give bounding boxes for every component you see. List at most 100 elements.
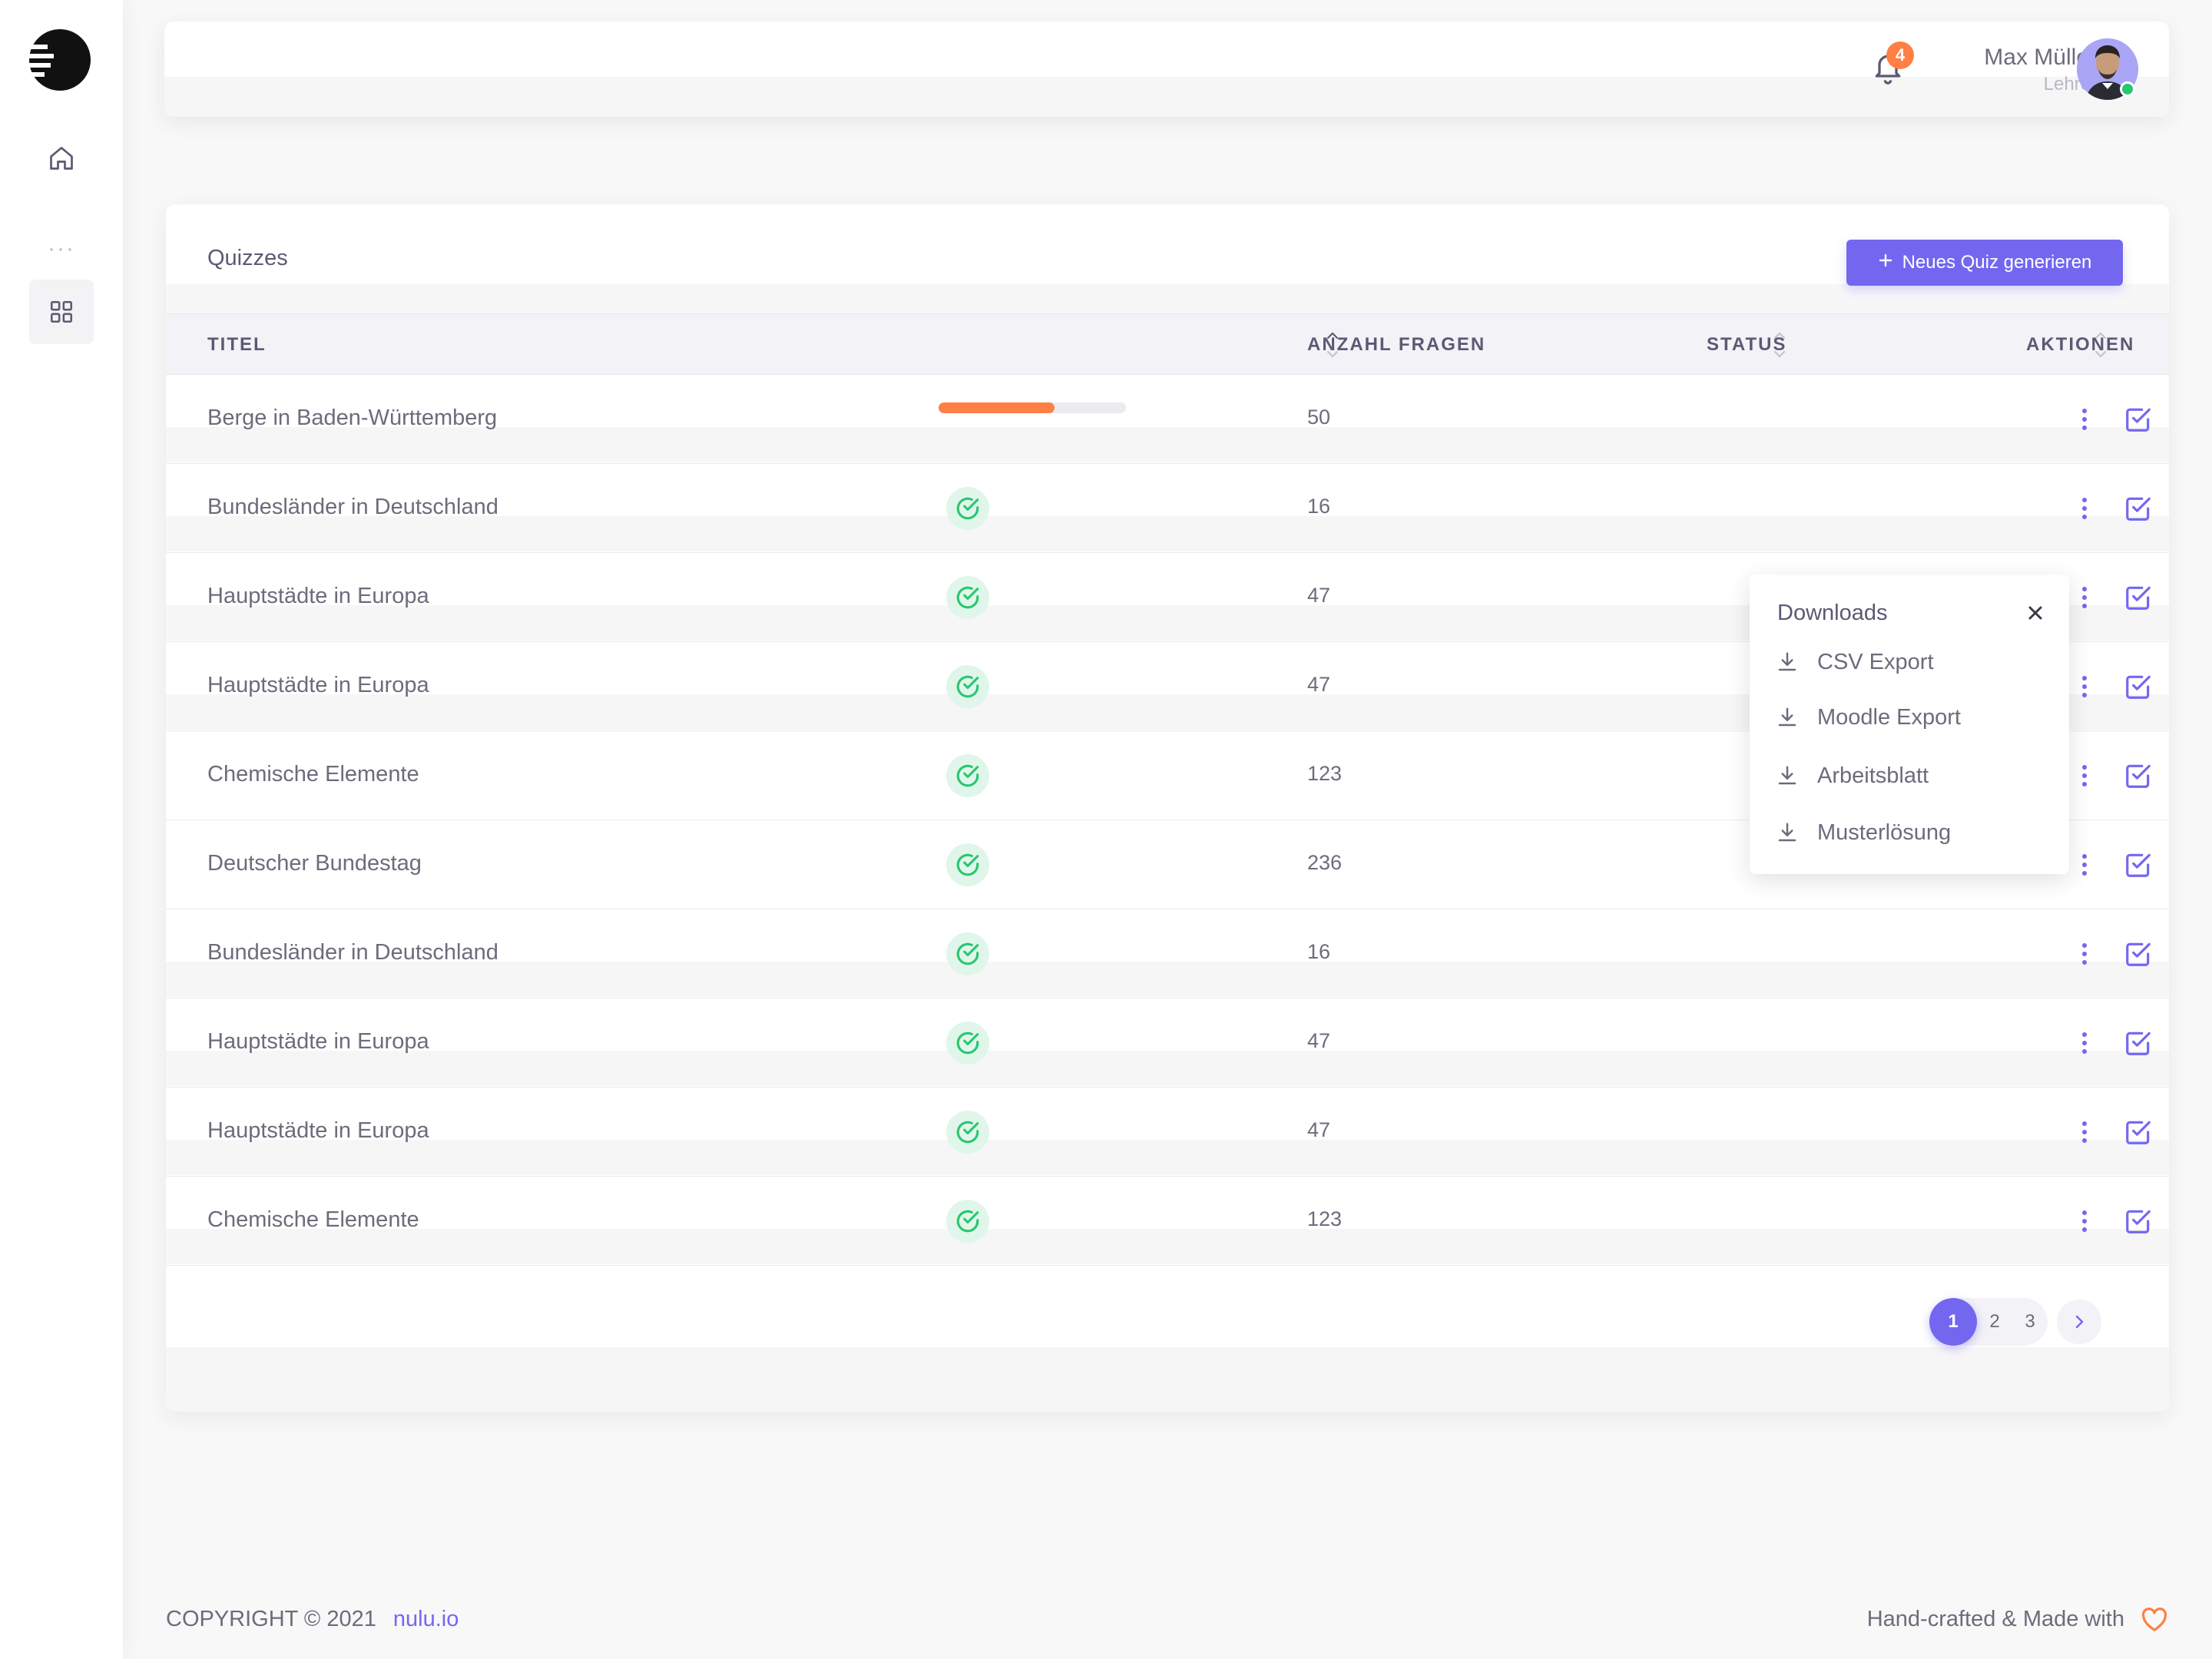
dropdown-title: Downloads — [1777, 601, 1888, 625]
edit-checkbox-icon[interactable] — [2121, 848, 2155, 882]
table-row[interactable]: Berge in Baden-Württemberg 50 — [166, 375, 2169, 464]
chevron-right-icon — [2075, 1315, 2084, 1329]
more-vertical-icon[interactable] — [2069, 1117, 2100, 1147]
check-circle-icon — [946, 1111, 989, 1154]
dropdown-item-label: Arbeitsblatt — [1817, 763, 1929, 788]
question-count: 47 — [1307, 673, 1331, 696]
check-circle-icon — [946, 665, 989, 708]
download-icon — [1778, 652, 1796, 671]
brand-logo-icon[interactable] — [28, 28, 92, 92]
question-count: 47 — [1307, 1118, 1331, 1141]
next-page-button[interactable] — [2057, 1300, 2101, 1344]
table-row[interactable]: Chemische Elemente 123 — [166, 1177, 2169, 1266]
check-circle-icon — [946, 843, 989, 886]
dropdown-item-label: Moodle Export — [1817, 704, 1961, 730]
new-quiz-button-label: Neues Quiz generieren — [1902, 252, 2092, 273]
quiz-title: Bundesländer in Deutschland — [207, 940, 498, 965]
pagination: 1 2 3 — [1929, 1298, 2101, 1346]
table-row[interactable]: Hauptstädte in Europa 47 — [166, 1088, 2169, 1177]
table-header: TITEL ANZAHL FRAGEN STATUS AKTIONEN — [166, 313, 2169, 375]
download-icon — [1778, 707, 1796, 727]
edit-checkbox-icon[interactable] — [2121, 492, 2155, 525]
footer-credits: Hand-crafted & Made with — [1867, 1605, 2169, 1633]
question-count: 16 — [1307, 495, 1331, 518]
quiz-title: Hauptstädte in Europa — [207, 584, 429, 608]
notification-badge: 4 — [1886, 41, 1914, 69]
top-navbar — [164, 22, 2169, 117]
edit-checkbox-icon[interactable] — [2121, 402, 2155, 436]
edit-checkbox-icon[interactable] — [2121, 759, 2155, 793]
quiz-title: Deutscher Bundestag — [207, 851, 422, 876]
edit-checkbox-icon[interactable] — [2121, 670, 2155, 704]
quiz-title: Chemische Elemente — [207, 1207, 419, 1232]
edit-checkbox-icon[interactable] — [2121, 1115, 2155, 1149]
card-header-band — [166, 284, 2169, 316]
more-vertical-icon[interactable] — [2069, 582, 2100, 613]
more-vertical-icon[interactable] — [2069, 404, 2100, 435]
check-circle-icon — [946, 487, 989, 530]
more-vertical-icon[interactable] — [2069, 760, 2100, 791]
download-icon — [1778, 766, 1796, 785]
footer-brand-link[interactable]: nulu.io — [393, 1607, 459, 1631]
question-count: 123 — [1307, 1207, 1343, 1230]
question-count: 47 — [1307, 584, 1331, 607]
plus-icon — [1878, 252, 1893, 273]
question-count: 47 — [1307, 1029, 1331, 1052]
column-header-actions: AKTIONEN — [2026, 334, 2135, 355]
column-header-status[interactable]: STATUS — [1707, 314, 1786, 376]
edit-checkbox-icon[interactable] — [2121, 1204, 2155, 1238]
new-quiz-button[interactable]: Neues Quiz generieren — [1846, 240, 2123, 286]
page-button-2[interactable]: 2 — [1977, 1298, 2012, 1346]
download-icon — [1778, 823, 1796, 842]
question-count: 16 — [1307, 940, 1331, 963]
question-count: 50 — [1307, 406, 1331, 429]
dropdown-item-label: Musterlösung — [1817, 820, 1952, 845]
copyright-text: COPYRIGHT © 2021 — [166, 1607, 376, 1631]
card-title: Quizzes — [207, 246, 288, 270]
more-vertical-icon[interactable] — [2069, 849, 2100, 880]
quiz-title: Bundesländer in Deutschland — [207, 495, 498, 519]
heart-icon — [2141, 1608, 2167, 1631]
grid-icon[interactable] — [29, 280, 94, 344]
progress-fill — [939, 402, 1055, 413]
quiz-title: Hauptstädte in Europa — [207, 673, 429, 697]
more-vertical-icon[interactable] — [2069, 939, 2100, 969]
download-csv-export[interactable]: CSV Export — [1776, 644, 1934, 680]
table-row[interactable]: Hauptstädte in Europa 47 — [166, 998, 2169, 1088]
more-vertical-icon[interactable] — [2069, 671, 2100, 702]
quiz-title: Berge in Baden-Württemberg — [207, 406, 498, 430]
check-circle-icon — [946, 754, 989, 797]
footer-credits-text: Hand-crafted & Made with — [1866, 1606, 2124, 1631]
page-button-3[interactable]: 3 — [2012, 1298, 2048, 1346]
edit-checkbox-icon[interactable] — [2121, 937, 2155, 971]
check-circle-icon — [946, 1022, 989, 1065]
edit-checkbox-icon[interactable] — [2121, 1026, 2155, 1060]
column-header-count[interactable]: ANZAHL FRAGEN — [1307, 314, 1485, 376]
card-footer-band — [166, 1347, 2169, 1412]
download-moodle-export[interactable]: Moodle Export — [1776, 699, 1961, 736]
download-solution[interactable]: Musterlösung — [1776, 814, 1951, 851]
table-row[interactable]: Bundesländer in Deutschland 16 — [166, 464, 2169, 553]
downloads-dropdown: Downloads CSV Export Moodle Export Arbei… — [1750, 575, 2069, 874]
sidebar: ··· — [0, 0, 123, 1659]
quiz-title: Hauptstädte in Europa — [207, 1118, 429, 1143]
more-vertical-icon[interactable] — [2069, 1028, 2100, 1058]
more-vertical-icon[interactable] — [2069, 493, 2100, 524]
page-group: 1 2 3 — [1929, 1298, 2048, 1346]
question-count: 123 — [1307, 762, 1343, 785]
footer-copyright: COPYRIGHT © 2021 nulu.io — [166, 1607, 459, 1632]
close-icon[interactable] — [2020, 598, 2051, 628]
page-button-1[interactable]: 1 — [1929, 1298, 1977, 1346]
question-count: 236 — [1307, 851, 1343, 874]
dropdown-item-label: CSV Export — [1817, 649, 1934, 674]
column-header-title[interactable]: TITEL — [207, 314, 267, 376]
status-progress-bar — [939, 402, 1126, 413]
table-row[interactable]: Bundesländer in Deutschland 16 — [166, 909, 2169, 998]
more-vertical-icon[interactable] — [2069, 1206, 2100, 1237]
edit-checkbox-icon[interactable] — [2121, 581, 2155, 614]
check-circle-icon — [946, 932, 989, 975]
check-circle-icon — [946, 1200, 989, 1243]
home-icon[interactable] — [43, 140, 80, 177]
online-status-dot — [2120, 81, 2135, 97]
download-worksheet[interactable]: Arbeitsblatt — [1776, 757, 1929, 794]
